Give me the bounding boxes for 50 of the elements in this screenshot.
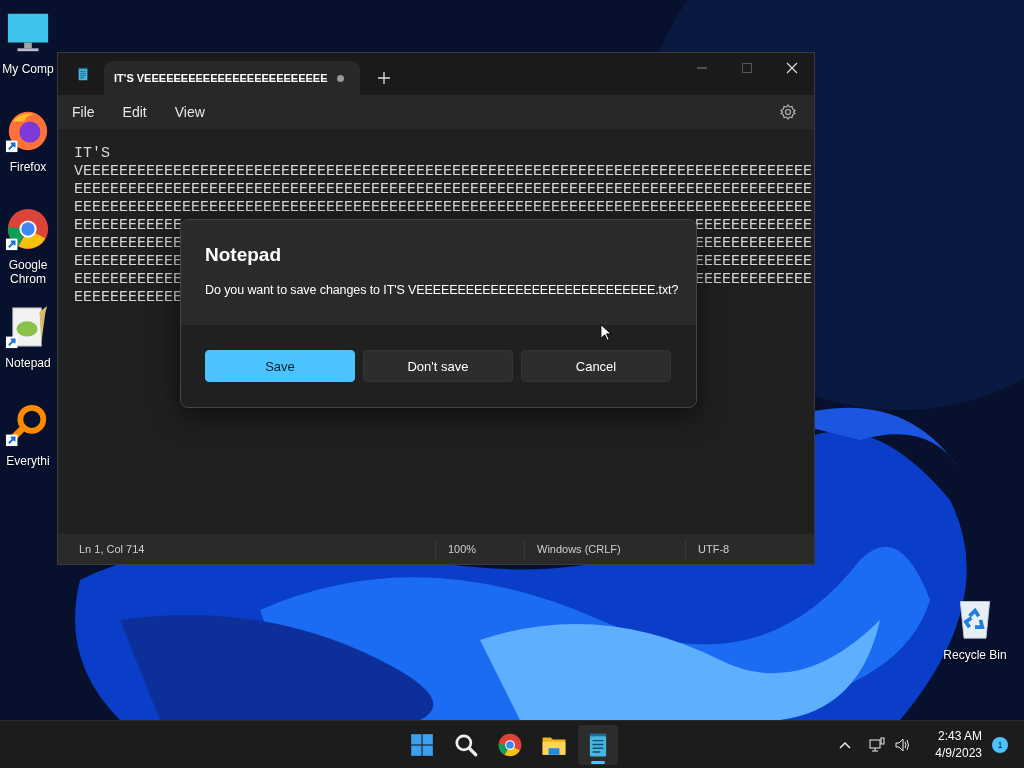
status-text: Windows (CRLF) — [524, 540, 685, 558]
date-text: 4/9/2023 — [935, 744, 982, 762]
notepad-icon — [76, 66, 90, 82]
mouse-pointer-icon — [600, 323, 612, 342]
text-line: EEEEEEEEEEEE — [74, 235, 183, 253]
status-text: 100% — [435, 540, 524, 558]
dialog-button[interactable]: Cancel — [521, 350, 671, 382]
menu-item[interactable]: File — [62, 100, 105, 124]
text-line: EEEEEEEEEEEEE — [694, 271, 812, 289]
text-line: EEEEEEEEEEEEEEEEEEEEEEEEEEEEEEEEEEEEEEEEEEEEEEEEEEEEEEEEEEEEEEEEEEEEEEEEEEEEEEEEEE — [74, 181, 813, 199]
text-line: EEEEEEEEEEEEE — [694, 235, 812, 253]
dialog-button[interactable]: Save — [205, 350, 355, 382]
icon-label: Google Chrom — [7, 258, 49, 286]
tab[interactable]: IT'S VEEEEEEEEEEEEEEEEEEEEEEEEE — [104, 61, 360, 95]
status-text: Ln 1, Col 714 — [78, 542, 146, 557]
gear-icon — [780, 104, 796, 120]
close-icon — [785, 62, 798, 74]
speaker-icon[interactable] — [895, 736, 912, 753]
status-text: UTF-8 — [685, 540, 742, 558]
icon-label: Firefox — [8, 160, 48, 174]
icon-label: My Comp — [1, 62, 55, 76]
search-icon — [453, 731, 479, 758]
icon-label: Notepad — [4, 356, 52, 370]
icon-label: Recycle Bin — [942, 648, 1008, 662]
icon-label: Everythi — [5, 454, 51, 468]
text-line: IT'S — [74, 145, 110, 163]
network-icon[interactable] — [869, 736, 886, 753]
text-line: EEEEEEEEEEEE — [74, 253, 183, 271]
notification-badge[interactable]: 1 — [992, 736, 1008, 753]
text-line: VEEEEEEEEEEEEEEEEEEEEEEEEEEEEEEEEEEEEEEEEEEEEEEEEEEEEEEEEEEEEEEEEEEEEEEEEEEEEEEEEE — [74, 163, 813, 181]
windows-logo-icon — [409, 731, 435, 758]
tab-title: IT'S VEEEEEEEEEEEEEEEEEEEEEEEEE — [114, 72, 329, 84]
text-line: EEEEEEEEEEEE — [74, 289, 183, 307]
text-line: EEEEEEEEEEEEE — [694, 217, 812, 235]
menu-item[interactable]: View — [164, 100, 215, 124]
dialog-message: Do you want to save changes to IT'S VEEEEEEEEEEEEEEEEEEEEEEEEEEEEE.txt? — [205, 282, 679, 299]
menu-item[interactable]: Edit — [112, 100, 157, 124]
plus-icon[interactable] — [377, 71, 391, 85]
dialog-title: Notepad — [205, 244, 282, 266]
text-line: EEEEEEEEEEEE — [74, 271, 183, 289]
taskbar-button[interactable] — [578, 724, 618, 765]
dialog-button[interactable]: Don't save — [363, 350, 513, 382]
time-text: 2:43 AM — [937, 727, 982, 745]
text-line: EEEEEEEEEEEEEEEEEEEEEEEEEEEEEEEEEEEEEEEEEEEEEEEEEEEEEEEEEEEEEEEEEEEEEEEEEEEEEEEEEE — [74, 199, 813, 217]
chrome-icon[interactable] — [5, 206, 51, 252]
chrome-icon — [497, 731, 523, 758]
maximize-icon — [740, 62, 753, 74]
text-line: EEEEEEEEEEEE — [74, 217, 183, 235]
text-line: EEEEEEEEEEEEE — [694, 253, 812, 271]
clock[interactable]: 2:43 AM 4/9/2023 — [935, 727, 982, 762]
